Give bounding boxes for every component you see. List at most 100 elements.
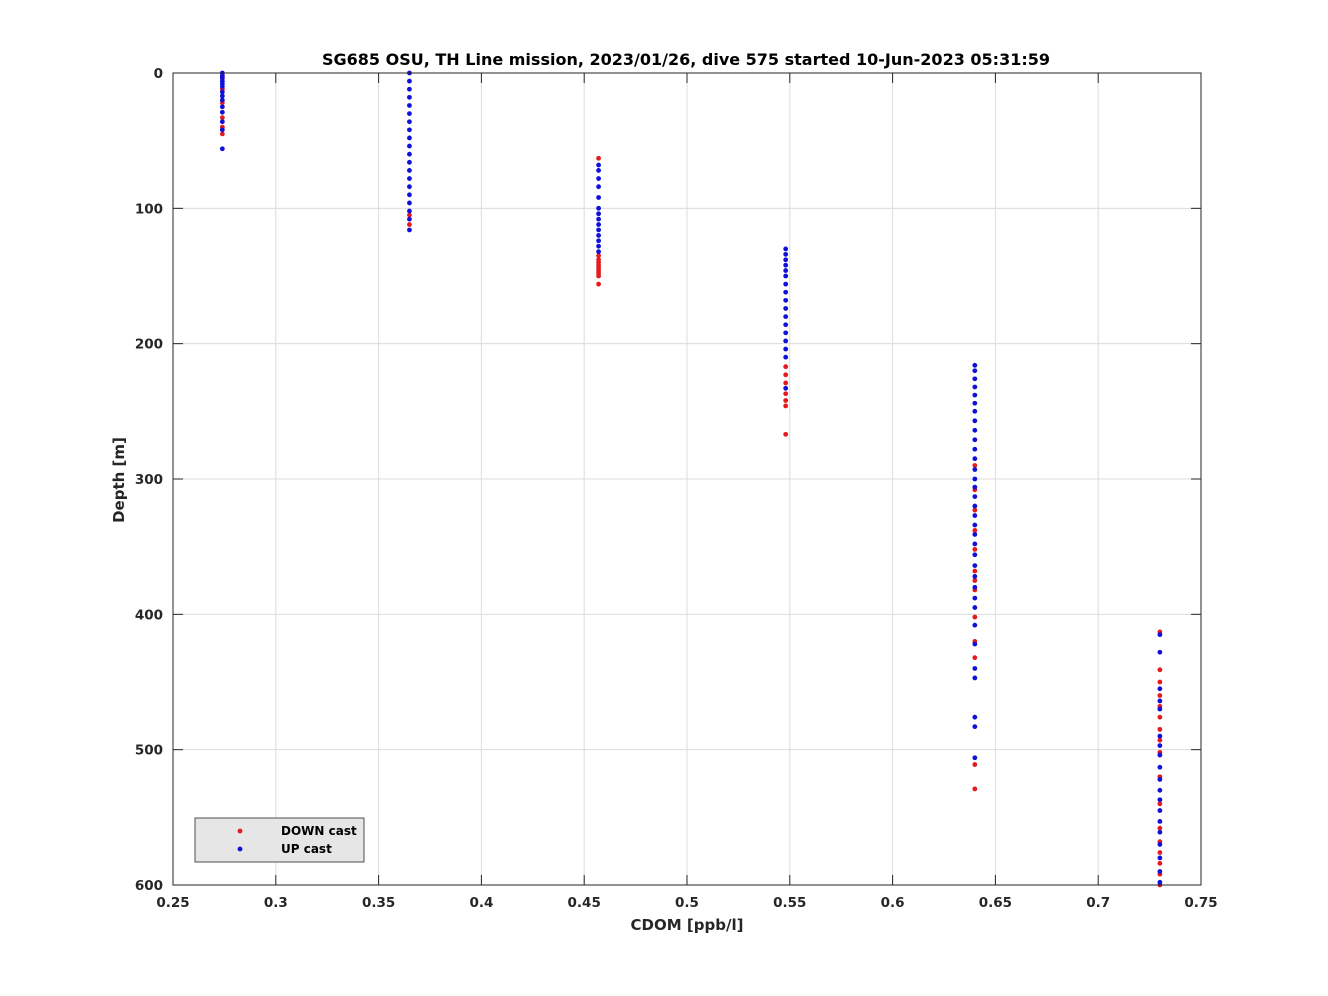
up-cast-point — [596, 176, 601, 181]
down-cast-point — [783, 372, 789, 378]
up-cast-point — [1157, 649, 1163, 655]
up-cast-point — [1157, 787, 1163, 793]
down-cast-point — [972, 762, 978, 767]
up-cast-point — [407, 159, 412, 165]
up-cast-point — [972, 484, 978, 490]
x-tick-label: 0.7 — [1086, 895, 1110, 911]
up-cast-point — [783, 306, 789, 311]
x-tick-label: 0.45 — [568, 895, 601, 911]
up-cast-point — [972, 641, 978, 647]
down-cast-point — [1157, 693, 1163, 698]
y-tick-label: 200 — [135, 337, 163, 353]
up-cast-point — [783, 346, 789, 352]
up-cast-point — [1157, 855, 1163, 861]
up-cast-point — [972, 400, 978, 406]
up-cast-point — [219, 127, 225, 133]
up-cast-point — [1157, 797, 1163, 803]
up-cast-point — [219, 84, 225, 89]
legend-down-cast-label: DOWN cast — [281, 824, 357, 838]
up-cast-point — [972, 408, 978, 414]
down-cast-point — [596, 273, 601, 279]
down-cast-point — [1157, 860, 1163, 866]
x-tick-label: 0.5 — [675, 895, 699, 911]
up-cast-point — [219, 119, 225, 125]
y-tick-label: 600 — [135, 878, 163, 894]
down-cast-point — [1157, 714, 1163, 720]
x-tick-label: 0.65 — [979, 895, 1012, 911]
up-cast-point — [972, 605, 978, 610]
up-cast-point — [1157, 686, 1163, 692]
x-axis-label: CDOM [ppb/l] — [631, 916, 744, 934]
up-cast-point — [783, 354, 789, 360]
up-cast-point — [972, 513, 978, 518]
up-cast-point — [972, 376, 978, 382]
y-tick-label: 300 — [135, 472, 163, 488]
up-cast-point — [783, 257, 789, 263]
down-cast-point — [972, 568, 978, 574]
up-cast-point — [596, 233, 601, 238]
up-cast-point — [596, 168, 601, 173]
up-cast-point — [972, 384, 978, 390]
up-cast-point — [783, 338, 789, 344]
chart-title: SG685 OSU, TH Line mission, 2023/01/26, … — [322, 50, 1050, 69]
up-cast-point — [972, 541, 978, 547]
x-tick-label: 0.35 — [362, 895, 395, 911]
y-tick-label: 400 — [135, 607, 163, 623]
up-cast-point — [972, 532, 978, 537]
up-cast-point — [219, 146, 225, 152]
up-cast-point — [407, 143, 412, 149]
up-cast-point — [783, 281, 789, 287]
down-cast-point — [783, 364, 789, 370]
up-cast-point — [1157, 829, 1163, 835]
up-cast-point — [972, 714, 978, 720]
legend-up-cast-label: UP cast — [281, 842, 332, 856]
up-cast-point — [407, 216, 412, 222]
up-cast-point — [1157, 752, 1163, 758]
up-cast-point — [407, 208, 412, 214]
up-cast-point — [783, 251, 789, 257]
up-cast-point — [407, 184, 412, 190]
up-cast-point — [1157, 869, 1163, 874]
up-cast-point — [972, 437, 978, 443]
up-cast-point — [972, 494, 978, 499]
up-cast-point — [972, 476, 978, 482]
up-cast-point — [407, 135, 412, 141]
up-cast-point — [783, 314, 789, 319]
up-cast-point — [972, 467, 978, 472]
up-cast-point — [972, 724, 978, 730]
up-cast-point — [407, 200, 412, 206]
up-cast-point — [219, 109, 225, 115]
up-cast-point — [783, 246, 789, 252]
up-cast-point — [972, 503, 978, 509]
up-cast-point — [596, 162, 601, 168]
up-cast-point — [1157, 698, 1163, 704]
up-cast-point — [407, 168, 412, 173]
x-tick-label: 0.3 — [264, 895, 288, 911]
down-cast-point — [972, 614, 978, 620]
up-cast-point — [596, 195, 601, 200]
up-cast-point — [596, 211, 601, 217]
down-cast-point — [783, 403, 789, 409]
up-cast-point — [407, 103, 412, 108]
up-cast-point — [783, 385, 789, 391]
up-cast-point — [1157, 743, 1163, 749]
up-cast-point — [1157, 764, 1163, 770]
legend: DOWN cast UP cast — [194, 817, 365, 863]
up-cast-point — [596, 222, 601, 227]
down-cast-point — [972, 786, 978, 792]
up-cast-point — [783, 297, 789, 303]
up-cast-point — [1157, 777, 1163, 782]
up-cast-point — [596, 216, 601, 222]
legend-up-cast-marker — [237, 846, 243, 852]
x-tick-label: 0.4 — [469, 895, 493, 911]
down-cast-point — [783, 380, 789, 386]
up-cast-point — [596, 184, 601, 190]
up-cast-point — [783, 268, 789, 273]
y-axis-label: Depth [m] — [110, 437, 128, 523]
up-cast-point — [1157, 818, 1163, 824]
up-cast-point — [972, 755, 978, 761]
up-cast-point — [407, 94, 412, 100]
up-cast-point — [972, 522, 978, 528]
up-cast-point — [407, 119, 412, 125]
up-cast-point — [1157, 842, 1163, 847]
